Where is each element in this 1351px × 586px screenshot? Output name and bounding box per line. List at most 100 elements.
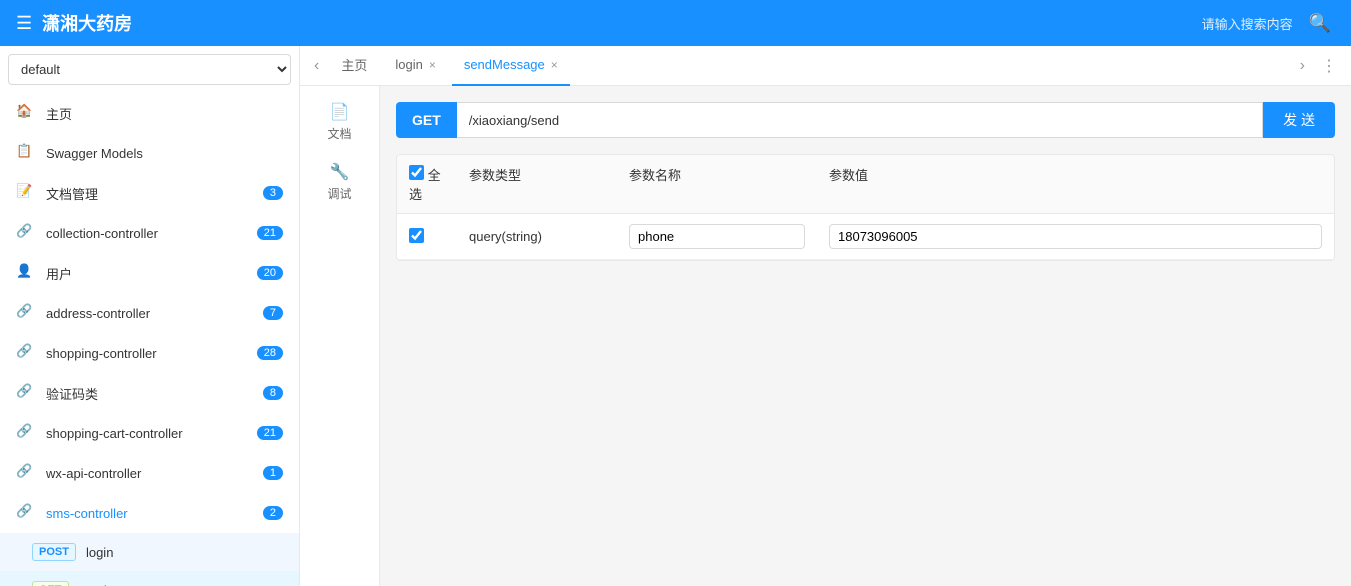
app-title: 潇湘大药房 [42, 10, 132, 36]
user-icon: 👤 [16, 263, 36, 283]
params-table-header: 全选 参数类型 参数名称 参数值 [397, 155, 1334, 214]
sidebar-item-label: shopping-controller [46, 346, 257, 361]
verify-badge: 8 [263, 386, 283, 400]
panel-tab-docs[interactable]: 📄 文档 [315, 94, 363, 150]
wx-api-icon: 🔗 [16, 463, 36, 483]
sidebar-item-swagger[interactable]: 📋 Swagger Models [0, 133, 299, 173]
tab-sendmessage[interactable]: sendMessage × [452, 46, 570, 86]
tab-login[interactable]: login × [383, 46, 447, 86]
shopping-badge: 28 [257, 346, 283, 360]
right-panel: GET 发 送 全选 参数类型 参数名称 参数值 [380, 86, 1351, 586]
sidebar-item-label: wx-api-controller [46, 466, 263, 481]
sidebar-item-wx-api[interactable]: 🔗 wx-api-controller 1 [0, 453, 299, 493]
sidebar-item-shopping[interactable]: 🔗 shopping-controller 28 [0, 333, 299, 373]
header-type: 参数类型 [457, 155, 617, 213]
sidebar-item-user[interactable]: 👤 用户 20 [0, 253, 299, 293]
tab-right-controls: › ⋮ [1294, 52, 1343, 80]
shopping-cart-badge: 21 [257, 426, 283, 440]
tab-back-button[interactable]: ‹ [308, 53, 325, 79]
tab-home[interactable]: 主页 [329, 46, 379, 86]
panel-tab-docs-label: 文档 [327, 125, 351, 142]
row-value-cell [817, 214, 1334, 259]
sidebar-sub-item-sendmessage[interactable]: GET sendMessage [0, 571, 299, 586]
address-badge: 7 [263, 306, 283, 320]
sidebar-item-doc-mgmt[interactable]: 📝 文档管理 3 [0, 173, 299, 213]
send-button[interactable]: 发 送 [1263, 102, 1335, 138]
tab-home-label: 主页 [341, 55, 367, 74]
panel-tab-test-label: 调试 [327, 185, 351, 202]
row-checkbox[interactable] [409, 228, 424, 243]
verify-icon: 🔗 [16, 383, 36, 403]
collection-badge: 21 [257, 226, 283, 240]
sidebar-sub-item-login[interactable]: POST login [0, 533, 299, 571]
sidebar-item-label: sms-controller [46, 506, 263, 521]
sidebar-item-home[interactable]: 🏠 主页 [0, 93, 299, 133]
method-post-tag: POST [32, 543, 76, 561]
header-right: 请输入搜索内容 🔍 [1202, 9, 1335, 38]
sidebar-item-label: 主页 [46, 104, 283, 123]
sidebar-scroll: 🏠 主页 📋 Swagger Models 📝 文档管理 3 🔗 collect… [0, 93, 299, 586]
doc-mgmt-badge: 3 [263, 186, 283, 200]
sidebar-sub-item-label: login [86, 545, 113, 560]
method-get-tag: GET [32, 581, 69, 586]
sidebar: default 🏠 主页 📋 Swagger Models 📝 文档管理 3 🔗 [0, 46, 300, 586]
doc-mgmt-icon: 📝 [16, 183, 36, 203]
header-select: 全选 [397, 155, 457, 213]
sidebar-item-label: 验证码类 [46, 384, 263, 403]
get-bar: GET 发 送 [396, 102, 1335, 138]
sidebar-item-label: shopping-cart-controller [46, 426, 257, 441]
sms-icon: 🔗 [16, 503, 36, 523]
tab-sendmessage-label: sendMessage [464, 57, 545, 72]
url-input[interactable] [457, 102, 1263, 138]
sidebar-item-address[interactable]: 🔗 address-controller 7 [0, 293, 299, 333]
panel-tab-test[interactable]: 🔧 调试 [315, 154, 363, 210]
sidebar-item-sms[interactable]: 🔗 sms-controller 2 [0, 493, 299, 533]
sms-badge: 2 [263, 506, 283, 520]
table-row: query(string) [397, 214, 1334, 260]
method-get-label: GET [396, 102, 457, 138]
tab-forward-button[interactable]: › [1294, 53, 1311, 79]
sidebar-item-label: 用户 [46, 264, 257, 283]
row-checkbox-cell [397, 218, 457, 256]
shopping-cart-icon: 🔗 [16, 423, 36, 443]
search-button[interactable]: 🔍 [1305, 9, 1335, 38]
environment-select[interactable]: default [8, 54, 291, 85]
home-icon: 🏠 [16, 103, 36, 123]
collection-icon: 🔗 [16, 223, 36, 243]
row-name-cell [617, 214, 817, 259]
user-badge: 20 [257, 266, 283, 280]
header-name: 参数名称 [617, 155, 817, 213]
sidebar-item-verify[interactable]: 🔗 验证码类 8 [0, 373, 299, 413]
app-header: ☰ 潇湘大药房 请输入搜索内容 🔍 [0, 0, 1351, 46]
header-left: ☰ 潇湘大药房 [16, 10, 132, 36]
shopping-icon: 🔗 [16, 343, 36, 363]
tab-sendmessage-close[interactable]: × [551, 59, 558, 71]
main-layout: default 🏠 主页 📋 Swagger Models 📝 文档管理 3 🔗 [0, 46, 1351, 586]
docs-icon: 📄 [330, 102, 350, 122]
header-value: 参数值 [817, 155, 1334, 213]
wx-api-badge: 1 [263, 466, 283, 480]
sidebar-item-label: 文档管理 [46, 184, 263, 203]
tab-login-label: login [395, 57, 422, 72]
sidebar-item-label: collection-controller [46, 226, 257, 241]
select-all-checkbox[interactable] [409, 165, 424, 180]
sidebar-item-collection[interactable]: 🔗 collection-controller 21 [0, 213, 299, 253]
sidebar-sub-item-label: sendMessage [79, 583, 160, 586]
row-type: query(string) [457, 219, 617, 254]
param-name-input[interactable] [629, 224, 805, 249]
tab-login-close[interactable]: × [429, 59, 436, 71]
api-content: 📄 文档 🔧 调试 GET 发 送 [300, 86, 1351, 586]
param-value-input[interactable] [829, 224, 1322, 249]
swagger-icon: 📋 [16, 143, 36, 163]
left-panel: 📄 文档 🔧 调试 [300, 86, 380, 586]
tab-expand-button[interactable]: ⋮ [1315, 52, 1343, 80]
address-icon: 🔗 [16, 303, 36, 323]
content-area: ‹ 主页 login × sendMessage × › ⋮ 📄 [300, 46, 1351, 586]
params-table: 全选 参数类型 参数名称 参数值 query(string) [396, 154, 1335, 261]
sidebar-item-label: address-controller [46, 306, 263, 321]
sidebar-item-shopping-cart[interactable]: 🔗 shopping-cart-controller 21 [0, 413, 299, 453]
tab-bar: ‹ 主页 login × sendMessage × › ⋮ [300, 46, 1351, 86]
menu-icon[interactable]: ☰ [16, 13, 32, 34]
search-placeholder-text: 请输入搜索内容 [1202, 14, 1293, 33]
test-icon: 🔧 [330, 162, 350, 182]
